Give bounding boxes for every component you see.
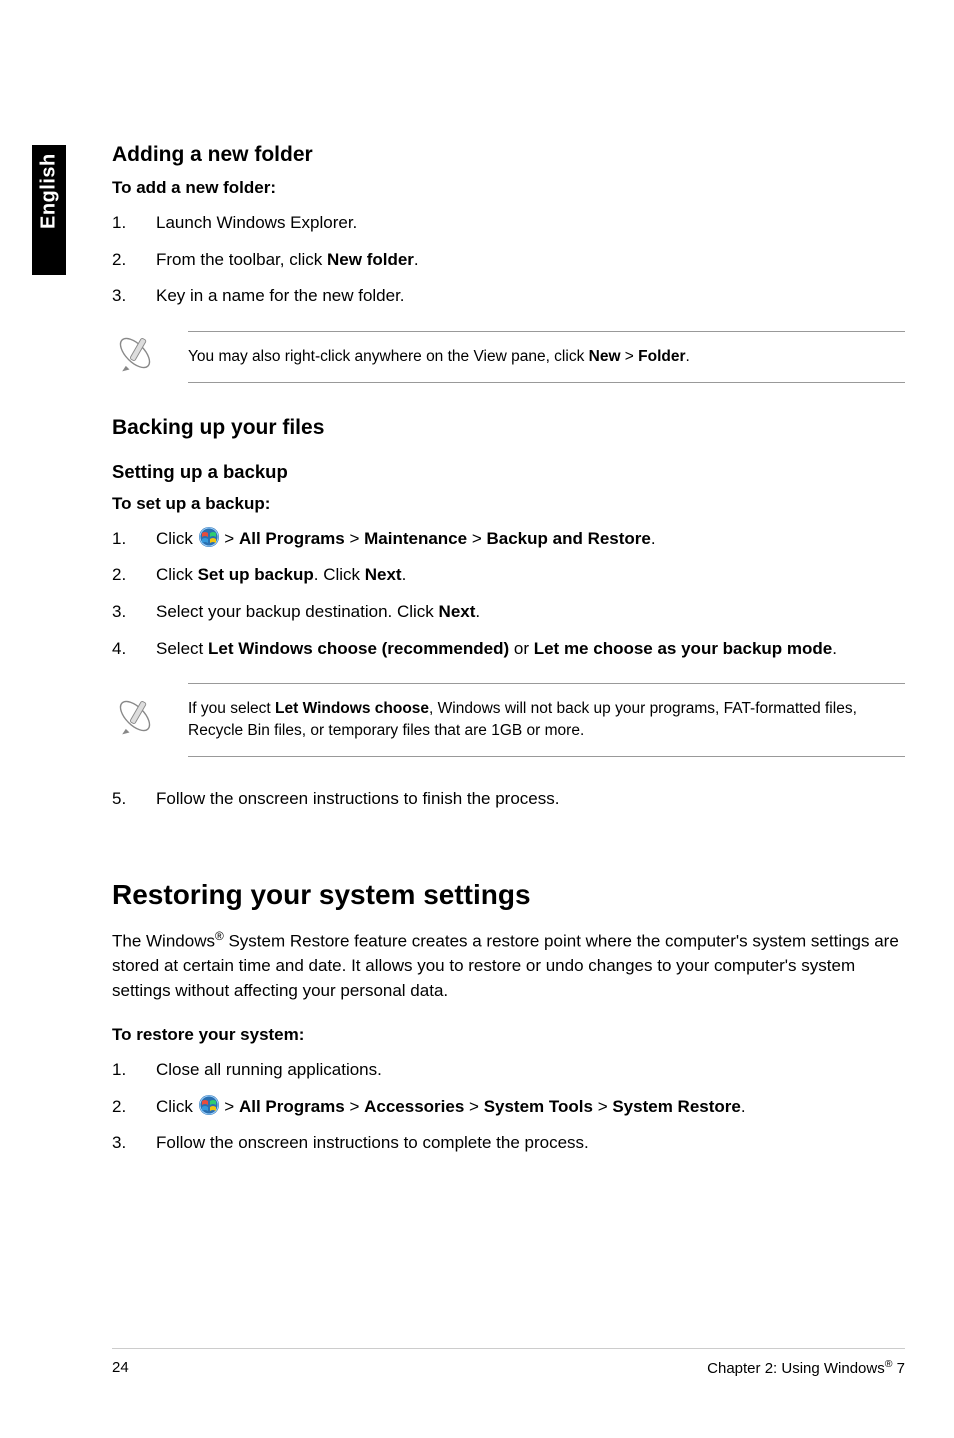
bold: Folder: [638, 348, 685, 365]
bold: Next: [439, 602, 476, 621]
note-text: You may also right-click anywhere on the…: [188, 331, 905, 383]
step: Close all running applications.: [112, 1058, 905, 1083]
step: Click Set up backup. Click Next.: [112, 563, 905, 588]
text: .: [686, 348, 690, 365]
step: Key in a name for the new folder.: [112, 284, 905, 309]
bold: Maintenance: [364, 529, 467, 548]
text: .: [475, 602, 480, 621]
heading-backup: Backing up your files: [112, 413, 905, 443]
text: System Restore feature creates a restore…: [112, 931, 899, 999]
chapter-label: Chapter 2: Using Windows® 7: [707, 1357, 905, 1380]
text: Click: [156, 529, 198, 548]
bold: All Programs: [239, 1097, 345, 1116]
text: .: [402, 565, 407, 584]
bold: System Restore: [612, 1097, 741, 1116]
text: >: [345, 529, 364, 548]
bold: Accessories: [364, 1097, 464, 1116]
step: Click > All Programs > Maintenance > Bac…: [112, 527, 905, 552]
note-right-click: You may also right-click anywhere on the…: [112, 331, 905, 383]
text: >: [467, 529, 486, 548]
restoring-paragraph: The Windows® System Restore feature crea…: [112, 928, 905, 1004]
windows-orb-icon: [198, 526, 220, 548]
step: Select your backup destination. Click Ne…: [112, 600, 905, 625]
heading-adding-folder: Adding a new folder: [112, 140, 905, 170]
step: Select Let Windows choose (recommended) …: [112, 637, 905, 662]
text: or: [509, 639, 534, 658]
subheading-setup-backup: Setting up a backup: [112, 459, 905, 486]
bold: Let Windows choose: [275, 700, 429, 717]
text: .: [741, 1097, 746, 1116]
page-footer: 24 Chapter 2: Using Windows® 7: [112, 1348, 905, 1380]
text: >: [345, 1097, 364, 1116]
bold: New folder: [327, 250, 414, 269]
step: Follow the onscreen instructions to fini…: [112, 787, 905, 812]
bold: Next: [365, 565, 402, 584]
bold: Set up backup: [198, 565, 314, 584]
steps-backup: Click > All Programs > Maintenance > Bac…: [112, 527, 905, 662]
text: Click: [156, 1097, 198, 1116]
page-content: Adding a new folder To add a new folder:…: [112, 140, 905, 1176]
text: .: [651, 529, 656, 548]
text: If you select: [188, 700, 275, 717]
bold: Let Windows choose (recommended): [208, 639, 509, 658]
bold: System Tools: [484, 1097, 593, 1116]
step: Click > All Programs > Accessories > Sys…: [112, 1095, 905, 1120]
steps-restore: Close all running applications. Click > …: [112, 1058, 905, 1156]
text: Chapter 2: Using Windows: [707, 1360, 885, 1377]
bold: New: [589, 348, 621, 365]
text: Select: [156, 639, 208, 658]
text: >: [593, 1097, 612, 1116]
text: >: [220, 529, 239, 548]
bold: All Programs: [239, 529, 345, 548]
step: From the toolbar, click New folder.: [112, 248, 905, 273]
text: >: [464, 1097, 483, 1116]
text: . Click: [314, 565, 365, 584]
steps-backup-cont: Follow the onscreen instructions to fini…: [112, 787, 905, 812]
pencil-icon: [112, 331, 158, 383]
text: The Windows: [112, 931, 215, 950]
pencil-icon: [112, 694, 158, 746]
text: From the toolbar, click: [156, 250, 327, 269]
language-tab: English: [32, 145, 66, 275]
note-text: If you select Let Windows choose, Window…: [188, 683, 905, 756]
text: Click: [156, 565, 198, 584]
intro-restore: To restore your system:: [112, 1023, 905, 1048]
text: Select your backup destination. Click: [156, 602, 439, 621]
bold: Let me choose as your backup mode: [534, 639, 833, 658]
bold: Backup and Restore: [486, 529, 650, 548]
steps-add-folder: Launch Windows Explorer. From the toolba…: [112, 211, 905, 309]
step: Launch Windows Explorer.: [112, 211, 905, 236]
step: Follow the onscreen instructions to comp…: [112, 1131, 905, 1156]
intro-add-folder: To add a new folder:: [112, 176, 905, 201]
registered-mark: ®: [215, 929, 224, 943]
heading-restoring: Restoring your system settings: [112, 875, 905, 916]
text: >: [220, 1097, 239, 1116]
windows-orb-icon: [198, 1094, 220, 1116]
text: >: [621, 348, 639, 365]
text: You may also right-click anywhere on the…: [188, 348, 589, 365]
page-number: 24: [112, 1357, 129, 1380]
text: .: [414, 250, 419, 269]
text: .: [832, 639, 837, 658]
note-windows-choose: If you select Let Windows choose, Window…: [112, 683, 905, 756]
text: 7: [892, 1360, 905, 1377]
intro-setup-backup: To set up a backup:: [112, 492, 905, 517]
